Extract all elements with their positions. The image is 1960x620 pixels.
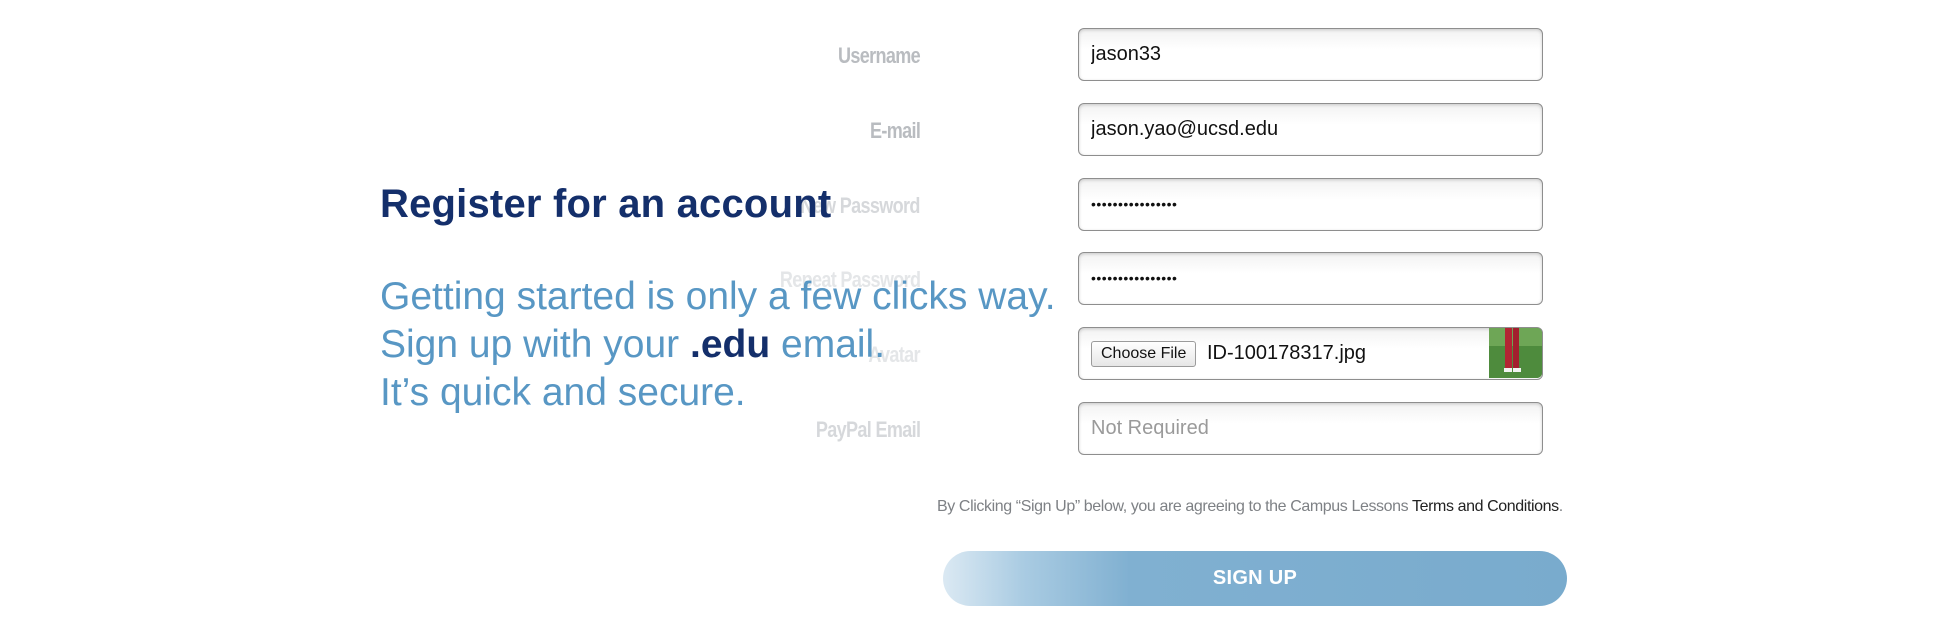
promo-line-3: It’s quick and secure. [380, 371, 746, 414]
sign-up-button[interactable]: SIGN UP [943, 551, 1567, 606]
email-input[interactable] [1091, 104, 1531, 154]
avatar-file-name: ID-100178317.jpg [1207, 342, 1367, 364]
username-input-box [1078, 28, 1543, 81]
email-label: E-mail [869, 118, 921, 143]
terms-text: By Clicking “Sign Up” below, you are agr… [937, 498, 1412, 515]
terms-and-conditions-link[interactable]: Terms and Conditions [1412, 498, 1559, 515]
repeat-password-input-box [1078, 252, 1543, 305]
repeat-password-input[interactable] [1091, 253, 1531, 303]
email-input-box [1078, 103, 1543, 156]
terms-notice: By Clicking “Sign Up” below, you are agr… [937, 498, 1563, 516]
promo-line-2: Sign up with your .edu email. [380, 321, 1056, 369]
paypal-email-input[interactable] [1091, 403, 1531, 453]
promo-line-2-prefix: Sign up with your [380, 323, 691, 366]
avatar-file-box: Choose File ID-100178317.jpg [1078, 327, 1543, 380]
username-input[interactable] [1091, 29, 1531, 79]
golfer-thumbnail-icon [1489, 328, 1542, 378]
promo-section: Register for an account Getting started … [380, 182, 1056, 417]
terms-suffix: . [1558, 498, 1563, 515]
edu-emphasis: .edu [690, 323, 771, 366]
email-row: E-mail [870, 103, 1547, 159]
paypal-email-input-box [1078, 402, 1543, 455]
promo-line-1: Getting started is only a few clicks way… [380, 275, 1056, 318]
avatar-preview-image [1489, 328, 1542, 378]
promo-line-2-suffix: email. [770, 323, 886, 366]
new-password-input-box [1078, 178, 1543, 231]
username-label: Username [838, 43, 921, 68]
username-row: Username [838, 28, 1547, 84]
registration-page: Register for an account Getting started … [0, 0, 1960, 620]
choose-file-button[interactable]: Choose File [1091, 341, 1197, 367]
promo-description: Getting started is only a few clicks way… [380, 273, 1056, 417]
page-title: Register for an account [380, 182, 832, 226]
new-password-input[interactable] [1091, 179, 1531, 229]
